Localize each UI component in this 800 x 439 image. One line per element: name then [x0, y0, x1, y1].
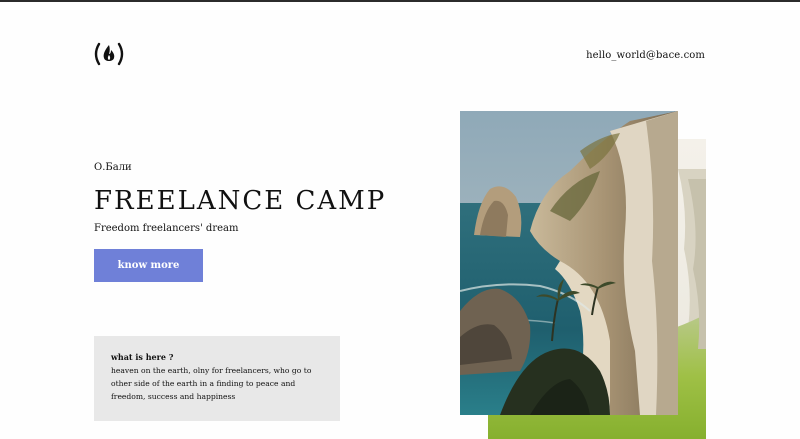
contact-email[interactable]: hello_world@bace.com	[586, 50, 705, 61]
coast-cliff-photo	[460, 111, 678, 415]
page-subtitle: Freedom freelancers' dream	[94, 223, 239, 234]
location-label: О.Бали	[94, 162, 132, 173]
info-box: what is here ? heaven on the earth, olny…	[94, 336, 340, 421]
page-title: FREELANCE CAMP	[94, 186, 387, 216]
info-text: heaven on the earth, olny for freelancer…	[111, 366, 312, 401]
know-more-button[interactable]: know more	[94, 249, 203, 282]
top-border	[0, 0, 800, 2]
flame-logo-icon	[94, 42, 124, 66]
info-heading: what is here ?	[111, 352, 174, 362]
logo[interactable]	[92, 42, 126, 66]
